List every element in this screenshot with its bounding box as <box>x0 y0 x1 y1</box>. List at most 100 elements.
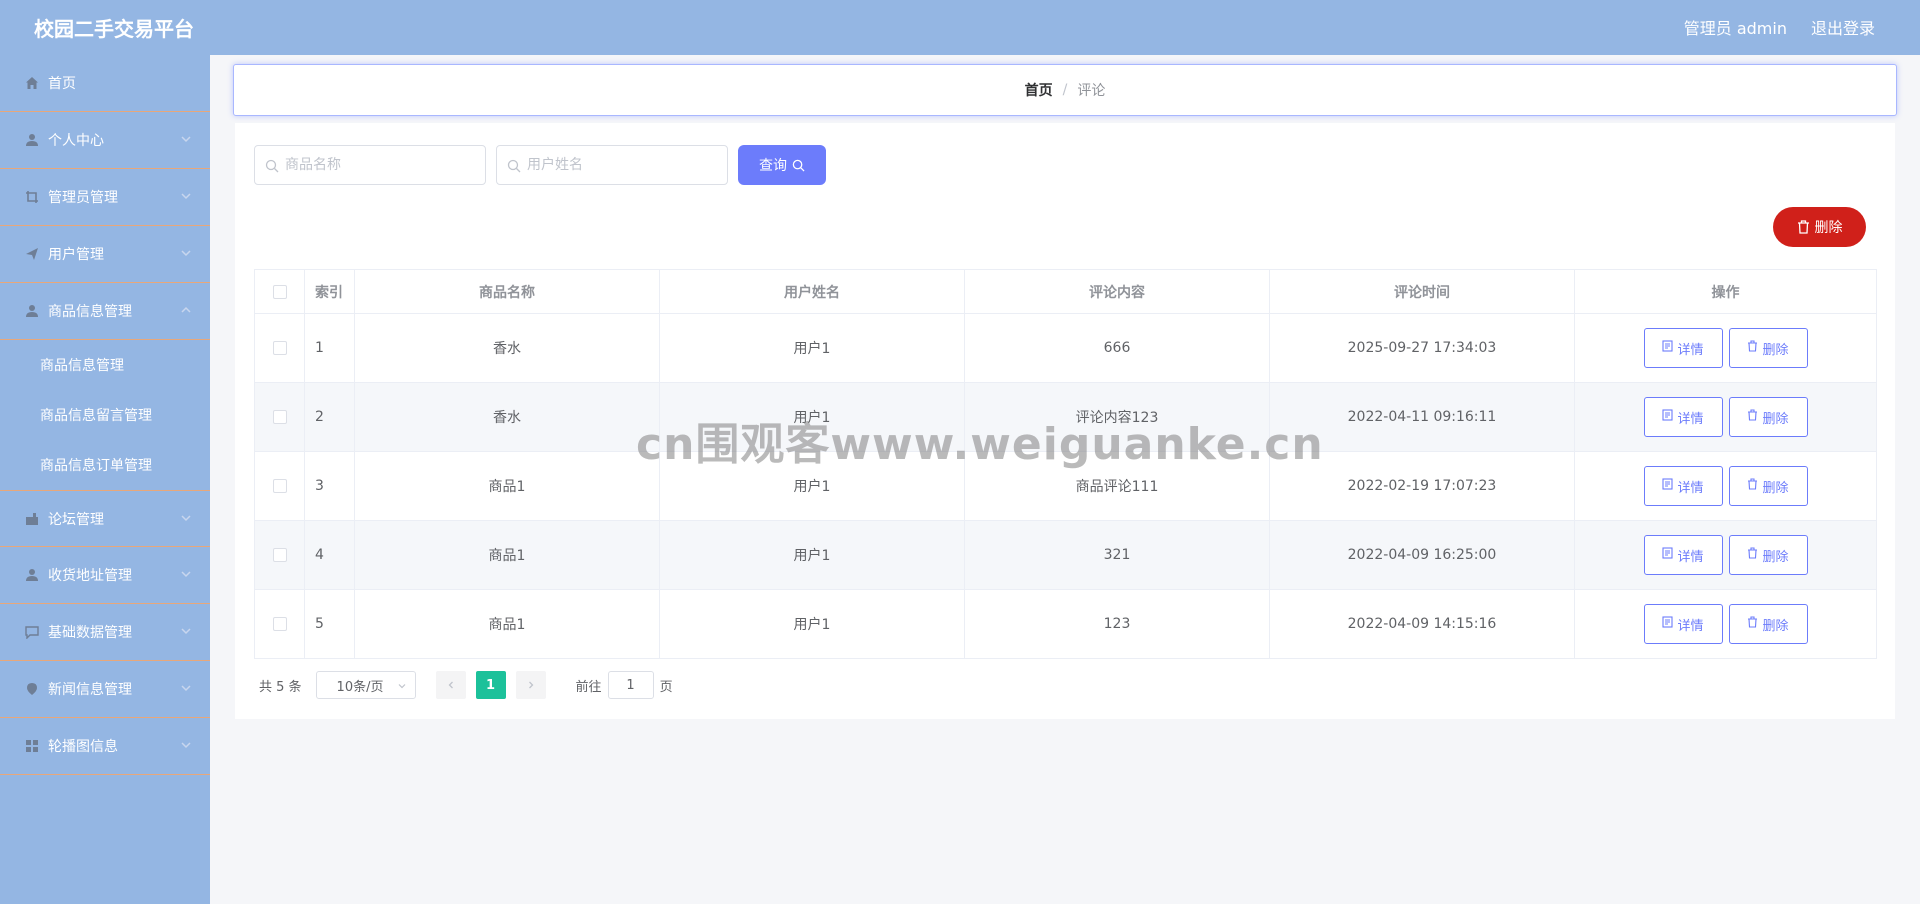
row-product: 商品1 <box>354 451 660 521</box>
trash-icon <box>1747 616 1758 632</box>
delete-button[interactable]: 删除 <box>1728 397 1808 437</box>
user-name-input[interactable] <box>527 146 723 184</box>
delete-button[interactable]: 删除 <box>1728 535 1808 575</box>
home-icon <box>24 75 40 91</box>
prev-page-button[interactable] <box>435 671 466 699</box>
row-index: 2 <box>304 382 355 452</box>
user-icon <box>24 303 40 319</box>
sidebar-item-label: 管理员管理 <box>48 190 118 206</box>
pagination-total: 共 5 条 <box>259 679 302 695</box>
table-row: 3 商品1 用户1 商品评论111 2022-02-19 17:07:23 详情 删除 <box>254 451 1877 521</box>
row-content: 666 <box>964 313 1270 383</box>
sidebar-item-home[interactable]: 首页 <box>0 55 210 112</box>
detail-button[interactable]: 详情 <box>1643 397 1723 437</box>
sidebar-item-user-management[interactable]: 用户管理 <box>0 226 210 283</box>
sidebar-item-basic-data-management[interactable]: 基础数据管理 <box>0 604 210 661</box>
chat-icon <box>24 624 40 640</box>
detail-button[interactable]: 详情 <box>1643 466 1723 506</box>
goto-page-input[interactable] <box>607 671 654 699</box>
logout-link[interactable]: 退出登录 <box>1811 15 1875 39</box>
table-row: 4 商品1 用户1 321 2022-04-09 16:25:00 详情 删除 <box>254 520 1877 590</box>
detail-button[interactable]: 详情 <box>1643 535 1723 575</box>
page-number-current[interactable]: 1 <box>475 671 506 699</box>
delete-button[interactable]: 删除 <box>1728 328 1808 368</box>
batch-delete-button[interactable]: 删除 <box>1773 207 1866 247</box>
detail-button-label: 详情 <box>1677 480 1704 496</box>
breadcrumb-current: 评论 <box>1077 83 1106 99</box>
chevron-down-icon <box>181 250 191 257</box>
page-size-select[interactable]: 10条/页 <box>315 671 416 699</box>
sidebar-subitem-product-info[interactable]: 商品信息管理 <box>0 340 210 390</box>
product-name-input[interactable] <box>285 146 481 184</box>
row-index: 1 <box>304 313 355 383</box>
delete-button[interactable]: 删除 <box>1728 604 1808 644</box>
row-checkbox[interactable] <box>272 410 287 424</box>
document-icon <box>1662 547 1674 563</box>
row-user: 用户1 <box>659 520 965 590</box>
sidebar-item-address-management[interactable]: 收货地址管理 <box>0 547 210 604</box>
row-product: 商品1 <box>354 589 660 659</box>
delete-button[interactable]: 删除 <box>1728 466 1808 506</box>
table-header-row: 索引 商品名称 用户姓名 评论内容 评论时间 操作 <box>254 269 1877 314</box>
breadcrumb-separator: / <box>1062 82 1068 98</box>
row-time: 2022-04-09 16:25:00 <box>1269 520 1575 590</box>
sidebar-item-news-management[interactable]: 新闻信息管理 <box>0 661 210 718</box>
top-bar: 校园二手交易平台 管理员 admin 退出登录 <box>0 0 1920 55</box>
product-name-search[interactable] <box>254 145 486 185</box>
next-page-button[interactable] <box>515 671 546 699</box>
sidebar-item-label: 轮播图信息 <box>48 739 118 755</box>
document-icon <box>1662 616 1674 632</box>
grid-icon <box>24 738 40 754</box>
admin-user-label[interactable]: 管理员 admin <box>1684 15 1787 39</box>
sidebar-item-carousel-info[interactable]: 轮播图信息 <box>0 718 210 775</box>
main-panel: 查询 删除 索引 商品名称 用户姓名 评论内容 评论时间 操作 1香水用户166… <box>235 123 1895 719</box>
detail-button[interactable]: 详情 <box>1643 328 1723 368</box>
row-checkbox[interactable] <box>272 617 287 631</box>
row-ops: 详情 删除 <box>1574 451 1877 521</box>
sidebar-item-label: 首页 <box>48 76 76 92</box>
sidebar-item-admin-management[interactable]: 管理员管理 <box>0 169 210 226</box>
delete-button-label: 删除 <box>1762 549 1789 565</box>
sidebar-item-product-info-management[interactable]: 商品信息管理 <box>0 283 210 340</box>
chevron-up-icon <box>181 306 191 313</box>
row-checkbox[interactable] <box>272 341 287 355</box>
sidebar-subitem-product-messages[interactable]: 商品信息留言管理 <box>0 390 210 440</box>
row-ops: 详情 删除 <box>1574 589 1877 659</box>
document-icon <box>1662 478 1674 494</box>
sidebar-item-label: 收货地址管理 <box>48 568 132 584</box>
sidebar-item-label: 基础数据管理 <box>48 625 132 641</box>
sidebar-item-forum-management[interactable]: 论坛管理 <box>0 490 210 547</box>
sidebar-item-label: 商品信息管理 <box>48 304 132 320</box>
search-icon <box>265 159 279 173</box>
row-checkbox[interactable] <box>272 548 287 562</box>
delete-button-label: 删除 <box>1762 342 1789 358</box>
batch-delete-label: 删除 <box>1814 220 1843 236</box>
search-icon <box>792 159 805 172</box>
sidebar-item-label: 论坛管理 <box>48 511 104 528</box>
chevron-down-icon <box>181 571 191 578</box>
trash-icon <box>1747 340 1758 356</box>
row-select-cell <box>254 382 305 452</box>
comments-table: 索引 商品名称 用户姓名 评论内容 评论时间 操作 1 香水 用户1 666 2025-… <box>254 269 1877 659</box>
detail-button[interactable]: 详情 <box>1643 604 1723 644</box>
location-icon <box>24 681 40 697</box>
sidebar-item-personal-center[interactable]: 个人中心 <box>0 112 210 169</box>
user-name-search[interactable] <box>496 145 728 185</box>
row-content: 123 <box>964 589 1270 659</box>
sidebar-subitem-product-orders[interactable]: 商品信息订单管理 <box>0 440 210 490</box>
detail-button-label: 详情 <box>1677 618 1704 634</box>
row-select-cell <box>254 589 305 659</box>
crop-icon <box>24 189 40 205</box>
chevron-down-icon <box>181 685 191 692</box>
row-time: 2022-02-19 17:07:23 <box>1269 451 1575 521</box>
sidebar-item-label: 新闻信息管理 <box>48 682 132 698</box>
row-checkbox[interactable] <box>272 479 287 493</box>
query-button[interactable]: 查询 <box>738 145 826 185</box>
row-user: 用户1 <box>659 589 965 659</box>
breadcrumb-home[interactable]: 首页 <box>1025 80 1053 100</box>
trash-icon <box>1747 547 1758 563</box>
page-size-value: 10条/页 <box>336 679 384 695</box>
chevron-down-icon <box>181 628 191 635</box>
row-user: 用户1 <box>659 382 965 452</box>
select-all-checkbox[interactable] <box>272 284 287 299</box>
